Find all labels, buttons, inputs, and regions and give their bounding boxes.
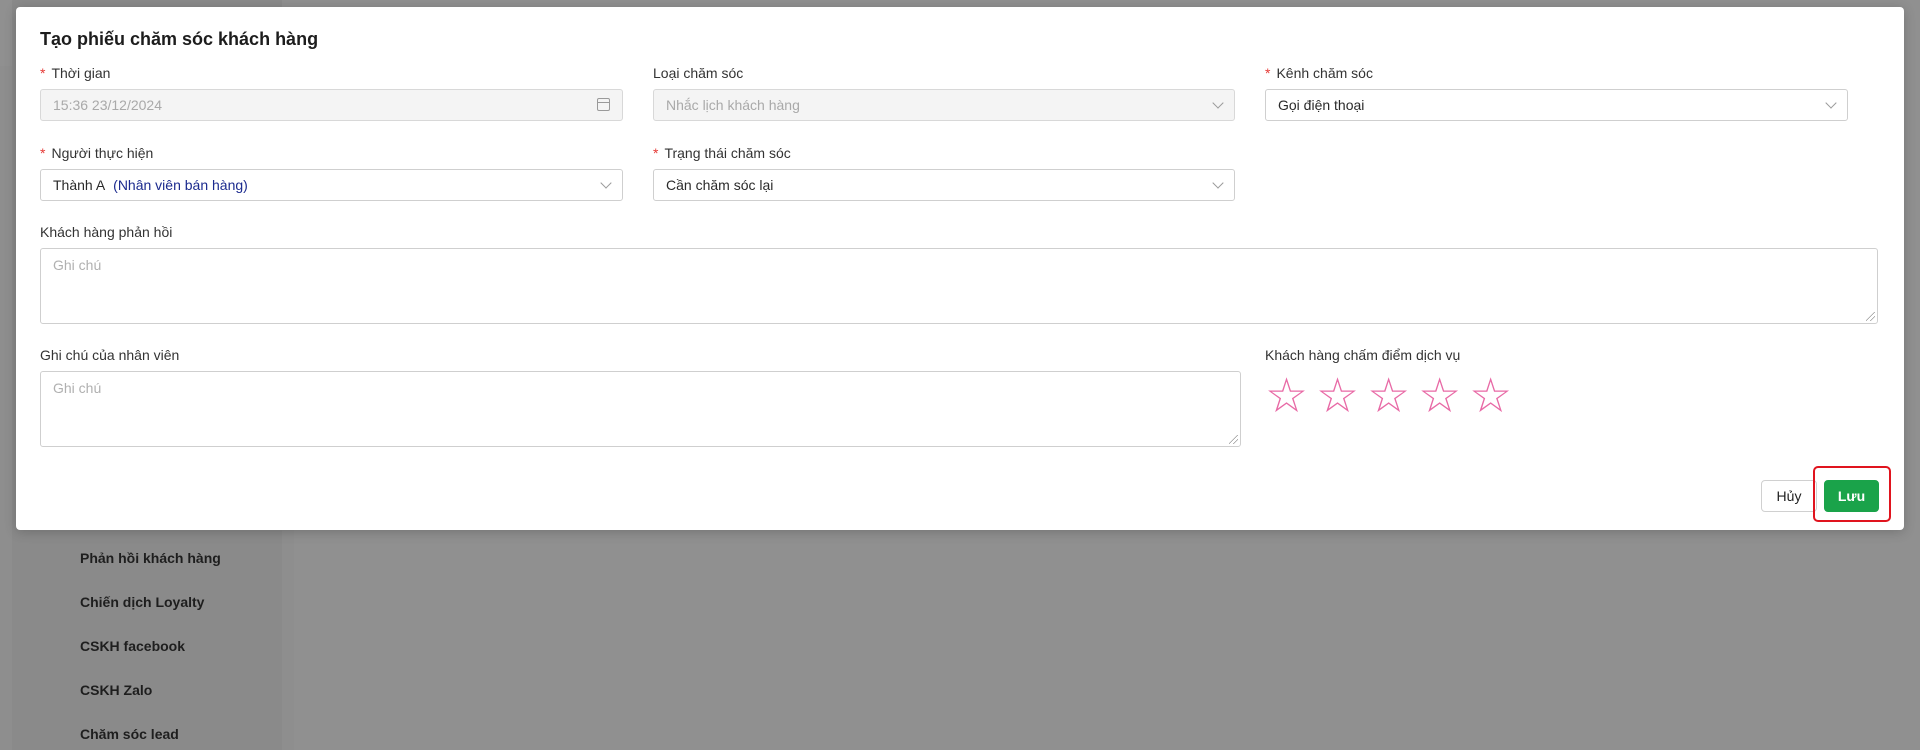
performer-role: (Nhân viên bán hàng): [113, 177, 248, 193]
staff-note-textarea[interactable]: Ghi chú: [40, 371, 1241, 447]
rating-field: Khách hàng chấm điểm dịch vụ ☆ ☆ ☆ ☆ ☆: [1265, 344, 1665, 420]
performer-field: * Người thực hiện Thành A (Nhân viên bán h…: [40, 142, 623, 201]
sidebar-item-loyalty-campaign[interactable]: Chiến dịch Loyalty: [80, 584, 221, 628]
required-mark: *: [40, 65, 46, 81]
resize-handle-icon[interactable]: [1866, 312, 1875, 321]
resize-handle-icon[interactable]: [1229, 435, 1238, 444]
star-3-icon[interactable]: ☆: [1367, 372, 1410, 420]
performer-select[interactable]: Thành A (Nhân viên bán hàng): [40, 169, 623, 201]
save-button[interactable]: Lưu: [1824, 480, 1879, 512]
customer-feedback-textarea[interactable]: Ghi chú: [40, 248, 1878, 324]
required-mark: *: [653, 145, 659, 161]
star-2-icon[interactable]: ☆: [1316, 372, 1359, 420]
care-type-field: Loại chăm sóc Nhắc lịch khách hàng: [653, 62, 1235, 121]
star-1-icon[interactable]: ☆: [1265, 372, 1308, 420]
calendar-icon: [597, 98, 610, 111]
care-status-field: * Trạng thái chăm sóc Cần chăm sóc lại: [653, 142, 1235, 201]
rating-label: Khách hàng chấm điểm dịch vụ: [1265, 347, 1461, 363]
modal-title: Tạo phiếu chăm sóc khách hàng: [40, 29, 319, 49]
create-care-ticket-modal: Tạo phiếu chăm sóc khách hàng * Thời gian…: [16, 7, 1904, 530]
required-mark: *: [40, 145, 46, 161]
care-status-label: * Trạng thái chăm sóc: [653, 145, 791, 161]
staff-note-label: Ghi chú của nhân viên: [40, 347, 180, 363]
chevron-down-icon: [1825, 97, 1837, 109]
care-type-label: Loại chăm sóc: [653, 65, 744, 81]
care-type-select[interactable]: Nhắc lịch khách hàng: [653, 89, 1235, 121]
customer-feedback-label: Khách hàng phản hồi: [40, 224, 173, 240]
time-input[interactable]: 15:36 23/12/2024: [40, 89, 623, 121]
time-field: * Thời gian 15:36 23/12/2024: [40, 62, 623, 121]
care-channel-field: * Kênh chăm sóc Gọi điện thoại: [1265, 62, 1848, 121]
star-4-icon[interactable]: ☆: [1418, 372, 1461, 420]
care-channel-select[interactable]: Gọi điện thoại: [1265, 89, 1848, 121]
staff-note-field: Ghi chú của nhân viên Ghi chú: [40, 344, 1241, 447]
cancel-button[interactable]: Hủy: [1761, 480, 1817, 512]
chevron-down-icon: [1212, 177, 1224, 189]
customer-feedback-field: Khách hàng phản hồi Ghi chú: [40, 221, 1878, 324]
required-mark: *: [1265, 65, 1271, 81]
star-rating: ☆ ☆ ☆ ☆ ☆: [1265, 372, 1665, 420]
care-status-select[interactable]: Cần chăm sóc lại: [653, 169, 1235, 201]
sidebar-item-cskh-facebook[interactable]: CSKH facebook: [80, 628, 221, 672]
care-channel-label: * Kênh chăm sóc: [1265, 65, 1373, 81]
star-5-icon[interactable]: ☆: [1469, 372, 1512, 420]
time-label: * Thời gian: [40, 65, 111, 81]
sidebar-item-lead-care[interactable]: Chăm sóc lead: [80, 716, 221, 750]
chevron-down-icon: [600, 177, 612, 189]
sidebar-menu: Phản hồi khách hàng Chiến dịch Loyalty C…: [80, 540, 221, 750]
performer-label: * Người thực hiện: [40, 145, 154, 161]
sidebar-item-cskh-zalo[interactable]: CSKH Zalo: [80, 672, 221, 716]
chevron-down-icon: [1212, 97, 1224, 109]
sidebar-item-customer-feedback[interactable]: Phản hồi khách hàng: [80, 540, 221, 584]
